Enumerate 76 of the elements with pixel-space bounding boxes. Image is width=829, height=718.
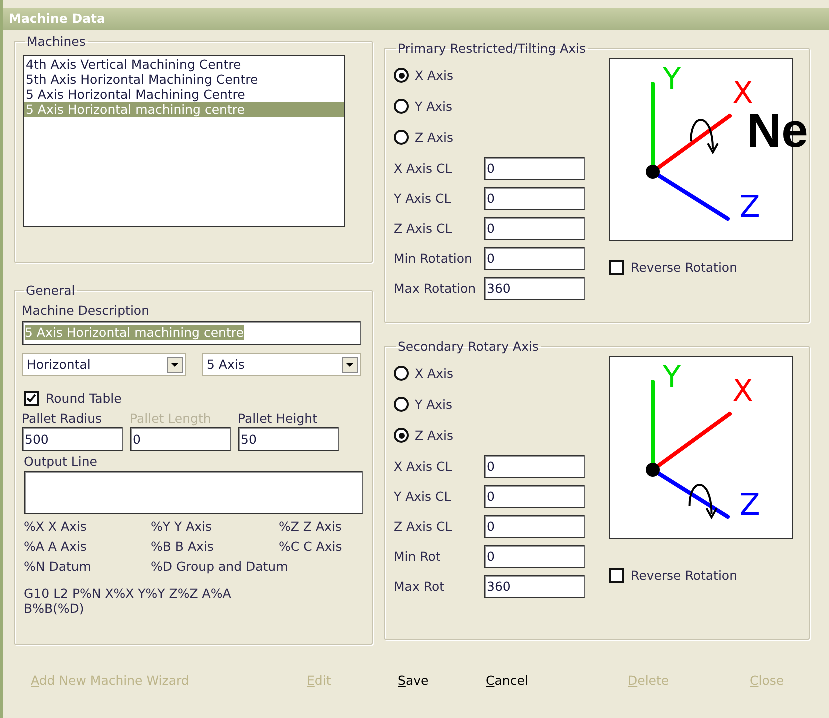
axis-label: X xyxy=(732,76,754,111)
text-field[interactable]: 0 xyxy=(484,156,585,180)
field-label: Z Axis CL xyxy=(394,220,454,236)
axis-label: Y xyxy=(662,360,682,395)
list-item[interactable]: 5th Axis Horizontal Machining Centre xyxy=(24,72,344,87)
checkbox[interactable]: Round Table xyxy=(24,391,122,406)
field-label: Max Rot xyxy=(394,578,446,594)
text-field[interactable]: 0 xyxy=(484,246,585,270)
text-field[interactable]: 0 xyxy=(484,216,585,240)
field-label: Y Axis CL xyxy=(394,488,452,504)
axis-label: Z xyxy=(740,190,760,225)
text-field[interactable]: 360 xyxy=(484,276,585,300)
field-label: Y Axis CL xyxy=(394,190,452,206)
hint-text: %B B Axis xyxy=(151,539,214,554)
field-label: Min Rotation xyxy=(394,250,474,266)
radio-button[interactable] xyxy=(394,366,409,381)
hint-text: %A A Axis xyxy=(24,539,87,554)
dropdown[interactable]: Horizontal xyxy=(22,353,186,376)
field-label: Pallet Radius xyxy=(22,411,104,426)
field-label: Min Rot xyxy=(394,548,442,564)
hint-text: %C C Axis xyxy=(279,539,342,554)
dialog-button[interactable]: Cancel xyxy=(486,673,528,688)
group-title: Secondary Rotary Axis xyxy=(397,339,540,354)
dropdown[interactable]: 5 Axis xyxy=(202,353,361,376)
origin-dot xyxy=(646,165,660,179)
radio-button[interactable] xyxy=(394,428,409,443)
text-field[interactable]: 0 xyxy=(484,484,585,508)
radio-button[interactable] xyxy=(394,397,409,412)
group-title: General xyxy=(25,283,76,298)
axis-label: Z xyxy=(740,488,760,523)
field-label: X Axis CL xyxy=(394,458,454,474)
field-label: Max Rotation xyxy=(394,280,478,296)
radio-button[interactable] xyxy=(394,99,409,114)
radio-button[interactable] xyxy=(394,130,409,145)
text-field[interactable]: 0 xyxy=(484,514,585,538)
rotation-arrow-icon xyxy=(688,484,718,520)
hint-text: %Y Y Axis xyxy=(151,519,212,534)
example-text: G10 L2 P%N X%X Y%Y Z%Z A%A B%B(%D) xyxy=(24,586,232,616)
text-field[interactable]: 500 xyxy=(22,427,123,451)
axis-label: X xyxy=(732,374,754,409)
group-title: Machines xyxy=(26,34,87,49)
axis-label: Y xyxy=(662,62,682,97)
field-label: X Axis CL xyxy=(394,160,454,176)
radio-button[interactable] xyxy=(394,68,409,83)
text-field[interactable]: 360 xyxy=(484,574,585,598)
hint-text: %D Group and Datum xyxy=(151,559,288,574)
list-item[interactable]: 4th Axis Vertical Machining Centre xyxy=(24,57,344,72)
text-field[interactable]: 0 xyxy=(484,186,585,210)
origin-dot xyxy=(646,463,660,477)
field-label: Pallet Length xyxy=(130,411,212,426)
dropdown-button[interactable] xyxy=(342,356,358,372)
radio-label[interactable]: Z Axis xyxy=(415,130,454,145)
field-label: Pallet Height xyxy=(238,411,318,426)
hint-text: %N Datum xyxy=(24,559,92,574)
text-field[interactable]: 50 xyxy=(238,427,339,451)
radio-label[interactable]: X Axis xyxy=(415,366,454,381)
window-title: Machine Data xyxy=(3,8,829,30)
field-label: Z Axis CL xyxy=(394,518,454,534)
field-label: Output Line xyxy=(24,454,98,469)
radio-label[interactable]: X Axis xyxy=(415,68,454,83)
text-field[interactable]: 0 xyxy=(484,454,585,478)
checkbox[interactable]: Reverse Rotation xyxy=(609,260,738,275)
dialog-button[interactable]: Save xyxy=(398,673,429,688)
group-title: Primary Restricted/Tilting Axis xyxy=(397,41,588,56)
text-area[interactable] xyxy=(24,471,363,514)
dropdown-button[interactable] xyxy=(167,356,183,372)
text-field[interactable]: 0 xyxy=(484,544,585,568)
hint-text: %Z Z Axis xyxy=(279,519,342,534)
checkbox[interactable]: Reverse Rotation xyxy=(609,568,738,583)
rotation-arrow-icon xyxy=(690,119,719,155)
radio-label[interactable]: Y Axis xyxy=(415,99,453,114)
list-item[interactable]: 5 Axis Horizontal Machining Centre xyxy=(24,87,344,102)
field-label: Machine Description xyxy=(22,303,150,318)
radio-label[interactable]: Z Axis xyxy=(415,428,454,443)
radio-label[interactable]: Y Axis xyxy=(415,397,453,412)
hint-text: %X X Axis xyxy=(24,519,87,534)
